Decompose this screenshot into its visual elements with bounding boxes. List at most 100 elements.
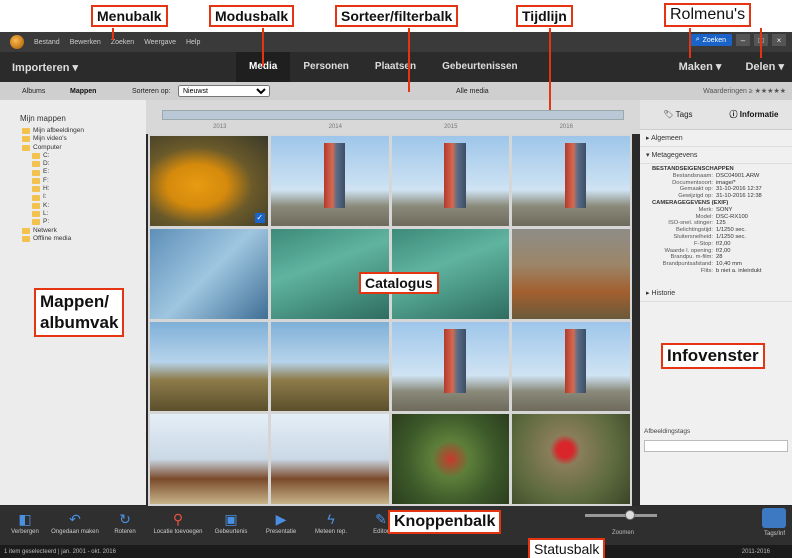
folder-label: I:: [43, 193, 47, 201]
folder-item[interactable]: C:: [22, 152, 146, 160]
media-thumbnail[interactable]: [150, 321, 268, 412]
create-menu[interactable]: Maken ▾: [679, 60, 722, 73]
hide-panel-button[interactable]: ◧ Verbergen: [0, 509, 50, 536]
close-button[interactable]: ×: [772, 34, 786, 46]
metadata-value: 28: [716, 254, 723, 261]
add-location-button[interactable]: ⚲ Locatie toevoegen: [150, 509, 206, 536]
media-thumbnail[interactable]: [270, 321, 389, 412]
menu-file[interactable]: Bestand: [34, 39, 60, 46]
media-thumbnail[interactable]: [391, 321, 510, 412]
metadata-row: Documentsoort: image/*: [648, 180, 784, 187]
media-thumbnail[interactable]: [391, 136, 510, 226]
section-metadata[interactable]: ▾ Metagegevens: [640, 147, 792, 164]
section-general[interactable]: ▸ Algemeen: [640, 130, 792, 147]
zoom-slider[interactable]: [585, 510, 657, 520]
media-thumbnail[interactable]: ✓: [150, 136, 268, 226]
callout-leader: [408, 28, 410, 92]
tab-people[interactable]: Personen: [290, 52, 362, 82]
folder-item[interactable]: E:: [22, 168, 146, 176]
folders-toggle[interactable]: Mappen: [70, 88, 132, 95]
folder-item[interactable]: Computer: [22, 144, 146, 152]
menu-edit[interactable]: Bewerken: [70, 39, 101, 46]
timeline-track[interactable]: [162, 110, 624, 120]
folder-item[interactable]: D:: [22, 160, 146, 168]
folder-icon: [22, 227, 30, 234]
metadata-row: Belichtingstijd: 1/1250 sec.: [648, 227, 784, 234]
section-history[interactable]: ▸ Historie: [640, 285, 792, 302]
folder-item[interactable]: L:: [22, 210, 146, 218]
metadata-key: Model:: [695, 213, 713, 220]
metadata-group-header[interactable]: CAMERAGEGEVENS (EXIF): [648, 200, 784, 207]
metadata-key: Documentsoort:: [672, 179, 713, 186]
undo-label: Ongedaan maken: [51, 529, 99, 535]
metadata-value: DSC-RX100: [716, 213, 748, 220]
chevron-down-icon: ▾: [72, 61, 79, 74]
tags-info-button[interactable]: [762, 508, 786, 528]
folder-item[interactable]: H:: [22, 185, 146, 193]
callout-buttonbar: Knoppenbalk: [388, 510, 502, 535]
folder-item[interactable]: Mijn afbeeldingen: [22, 127, 146, 135]
media-thumbnail[interactable]: [150, 228, 268, 319]
media-thumbnail[interactable]: [512, 414, 630, 504]
hide-panel-label: Verbergen: [11, 529, 39, 535]
lightning-icon: ϟ: [327, 511, 335, 527]
folder-item[interactable]: Mijn video's: [22, 135, 146, 143]
event-button[interactable]: ▣ Gebeurtenis: [206, 509, 256, 536]
media-thumbnail[interactable]: [270, 136, 389, 226]
search-label: Zoeken: [702, 36, 726, 44]
folder-item[interactable]: F:: [22, 177, 146, 185]
instant-fix-button[interactable]: ϟ Meteen rep.: [306, 509, 356, 535]
app-logo-icon: [10, 35, 24, 49]
menu-view[interactable]: Weergave: [144, 39, 176, 46]
metadata-key: Flits:: [700, 267, 713, 274]
zoom-slider-handle[interactable]: [625, 510, 635, 520]
folder-item[interactable]: Netwerk: [22, 227, 146, 235]
tab-places[interactable]: Plaatsen: [362, 52, 429, 82]
timeline-years: 2013 2014 2015 2016: [162, 124, 624, 130]
tab-tags[interactable]: 🏷 Tags: [640, 110, 716, 119]
share-menu[interactable]: Delen ▾: [745, 60, 784, 73]
folder-label: Netwerk: [33, 226, 57, 234]
metadata-value: SONY: [716, 206, 733, 213]
ratings-filter[interactable]: Waarderingen ≥ ★★★★★: [703, 87, 786, 95]
metadata-row: Waarde l. opening: f/2,00: [648, 248, 784, 255]
minimize-button[interactable]: –: [736, 34, 750, 46]
folder-item[interactable]: K:: [22, 202, 146, 210]
folder-label: D:: [43, 160, 50, 168]
metadata-value: image/*: [716, 179, 736, 186]
tab-events[interactable]: Gebeurtenissen: [429, 52, 531, 82]
import-menu[interactable]: Importeren ▾: [0, 61, 236, 74]
slideshow-button[interactable]: ▶ Presentatie: [256, 509, 306, 536]
callout-info-pane: Infovenster: [661, 343, 765, 369]
import-label: Importeren: [12, 61, 70, 74]
timeline[interactable]: 2013 2014 2015 2016: [146, 100, 640, 134]
tab-info[interactable]: ⓘ Informatie: [716, 109, 792, 120]
folder-item[interactable]: P:: [22, 218, 146, 226]
image-tags-input[interactable]: [644, 440, 788, 452]
media-thumbnail[interactable]: [512, 136, 630, 226]
search-button[interactable]: ⌕ Zoeken: [689, 34, 732, 46]
media-thumbnail[interactable]: [150, 414, 268, 504]
sort-select[interactable]: Nieuwst: [178, 85, 270, 97]
folder-label: K:: [43, 201, 50, 209]
menu-help[interactable]: Help: [186, 39, 200, 46]
media-thumbnail[interactable]: [270, 414, 389, 504]
albums-toggle[interactable]: Albums: [0, 88, 70, 95]
metadata-key: Waarde l. opening:: [664, 247, 713, 254]
media-thumbnail[interactable]: [391, 414, 510, 504]
undo-button[interactable]: ↶ Ongedaan maken: [50, 509, 100, 536]
rotate-button[interactable]: ↻ Roteren: [100, 509, 150, 536]
metadata-group-header[interactable]: BESTANDSEIGENSCHAPPEN: [648, 166, 784, 173]
media-thumbnail[interactable]: [512, 228, 630, 319]
menu-find[interactable]: Zoeken: [111, 39, 134, 46]
folder-item[interactable]: I:: [22, 193, 146, 201]
callout-filterbar: Sorteer/filterbalk: [335, 5, 459, 28]
callout-modebar: Modusbalk: [209, 5, 295, 28]
all-media-label[interactable]: Alle media: [456, 88, 489, 95]
event-label: Gebeurtenis: [214, 529, 248, 535]
metadata-row: Gemaakt op: 31-10-2016 12:37: [648, 186, 784, 193]
folder-icon: [32, 169, 40, 176]
folder-item[interactable]: Offline media: [22, 235, 146, 243]
panel-icon: ◧: [18, 510, 32, 527]
media-thumbnail[interactable]: [512, 321, 630, 412]
